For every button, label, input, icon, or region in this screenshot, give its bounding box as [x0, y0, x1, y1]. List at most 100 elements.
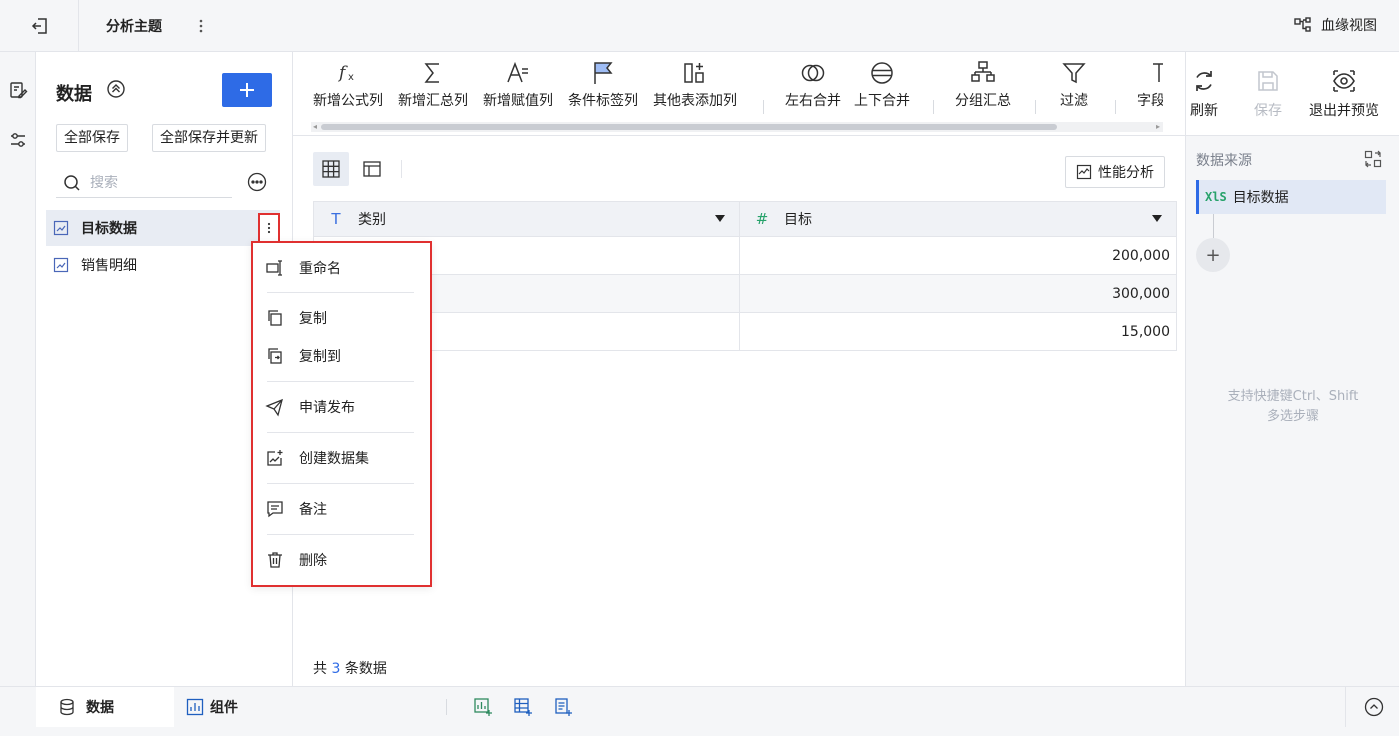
search-box [56, 168, 232, 198]
rename-icon [265, 258, 285, 278]
menu-item-copy-to[interactable]: 复制到 [265, 344, 415, 368]
sum-icon [420, 60, 446, 86]
swap-icon[interactable] [1364, 150, 1382, 168]
scroll-left-icon[interactable]: ◂ [313, 123, 321, 131]
menu-label: 备注 [299, 502, 327, 518]
copy-to-icon [265, 346, 285, 366]
save-icon [1255, 68, 1281, 94]
divider [267, 432, 414, 433]
save-all-button[interactable]: 全部保存 [56, 124, 128, 152]
chart-icon [53, 220, 69, 236]
add-sum-column-button[interactable]: 新增汇总列 [398, 60, 468, 110]
merge-vertical-icon [869, 60, 895, 86]
divider [446, 699, 447, 715]
scrollbar-thumb[interactable] [321, 124, 1057, 130]
left-rail [0, 52, 36, 686]
expand-up-icon[interactable] [1364, 697, 1384, 717]
divider [267, 292, 414, 293]
bar-chart-icon [186, 698, 204, 716]
more-horizontal-icon[interactable] [247, 172, 267, 192]
scroll-right-icon[interactable]: ▸ [1156, 123, 1164, 131]
add-report-component-icon[interactable] [553, 697, 573, 717]
search-icon [62, 173, 82, 193]
exit-icon[interactable] [28, 14, 52, 38]
shortcut-hint: 支持快捷键Ctrl、Shift 多选步骤 [1186, 387, 1399, 427]
dataset-item[interactable]: 销售明细 [46, 247, 280, 283]
add-assign-column-button[interactable]: 新增赋值列 [483, 60, 553, 110]
merge-horizontal-button[interactable]: 左右合并 [785, 60, 841, 110]
toolbar-scrollbar[interactable] [311, 122, 1163, 132]
toolbar-label: 过滤 [1060, 93, 1088, 109]
add-dataset-button[interactable] [222, 73, 272, 107]
menu-label: 重命名 [299, 261, 341, 277]
toolbar-label: 其他表添加列 [653, 93, 737, 109]
menu-item-copy[interactable]: 复制 [265, 306, 415, 330]
top-bar: 分析主题 血缘视图 [0, 0, 1399, 52]
dropdown-caret-icon[interactable] [1152, 215, 1162, 222]
panel-title: 数据 [56, 84, 92, 105]
dataset-item[interactable]: 目标数据 [46, 210, 280, 246]
performance-analysis-button[interactable]: 性能分析 [1065, 156, 1165, 188]
table-cell: 15,000 [1121, 323, 1170, 340]
add-step-button[interactable]: + [1196, 238, 1230, 272]
search-input[interactable] [90, 174, 220, 191]
settings-sliders-icon[interactable] [8, 130, 28, 150]
database-icon [58, 698, 76, 716]
divider [267, 483, 414, 484]
column-header[interactable]: T 类别 [314, 202, 740, 236]
divider [1345, 687, 1346, 727]
data-edit-icon[interactable] [8, 80, 28, 100]
dataset-name: 销售明细 [81, 258, 137, 274]
dataset-more-button[interactable] [258, 213, 280, 243]
refresh-button[interactable]: 刷新 [1190, 68, 1218, 120]
filter-icon [1061, 60, 1087, 86]
steps-panel: 数据来源 XlS 目标数据 + 支持快捷键Ctrl、Shift 多选步骤 [1185, 136, 1399, 686]
toolbar-label: 新增赋值列 [483, 93, 553, 109]
menu-item-delete[interactable]: 删除 [265, 548, 415, 572]
save-all-update-button[interactable]: 全部保存并更新 [152, 124, 266, 152]
merge-vertical-button[interactable]: 上下合并 [854, 60, 910, 110]
divider [763, 100, 764, 114]
dropdown-caret-icon[interactable] [715, 215, 725, 222]
save-label: 保存 [1254, 103, 1282, 119]
toolbar-label: 分组汇总 [955, 93, 1011, 109]
tab-label: 组件 [210, 700, 238, 716]
menu-item-create-dataset[interactable]: 创建数据集 [265, 446, 415, 470]
exit-preview-button[interactable]: 退出并预览 [1309, 68, 1379, 120]
lineage-view-button[interactable]: 血缘视图 [1293, 15, 1377, 35]
toolbar-label: 上下合并 [854, 93, 910, 109]
tab-component[interactable]: 组件 [186, 687, 238, 727]
menu-label: 复制到 [299, 349, 341, 365]
toolbar: fx 新增公式列 新增汇总列 新增赋值列 条件标签列 其他表添加列 左右合并 上… [293, 52, 1185, 136]
table-view-button[interactable] [313, 152, 349, 186]
refresh-icon [1191, 68, 1217, 94]
menu-item-note[interactable]: 备注 [265, 497, 415, 521]
menu-item-publish[interactable]: 申请发布 [265, 395, 415, 419]
steps-title: 数据来源 [1196, 153, 1252, 169]
condition-tag-column-button[interactable]: 条件标签列 [568, 60, 638, 110]
bottom-bar: 数据 组件 [0, 686, 1399, 736]
add-chart-component-icon[interactable] [473, 697, 493, 717]
field-icon [1137, 60, 1163, 86]
divider [1035, 100, 1036, 114]
column-header[interactable]: # 目标 [740, 202, 1176, 236]
source-step[interactable]: XlS 目标数据 [1196, 180, 1386, 214]
menu-item-rename[interactable]: 重命名 [265, 256, 415, 280]
divider [78, 0, 79, 52]
filter-button[interactable]: 过滤 [1060, 60, 1088, 110]
tab-data[interactable]: 数据 [36, 687, 174, 727]
add-table-component-icon[interactable] [513, 697, 533, 717]
publish-icon [265, 397, 285, 417]
layout-view-button[interactable] [354, 152, 390, 186]
table-cell: 300,000 [1112, 285, 1170, 302]
field-settings-button[interactable]: 字段 [1137, 60, 1163, 110]
lineage-label: 血缘视图 [1321, 18, 1377, 34]
eye-icon [1331, 68, 1357, 94]
menu-label: 删除 [299, 553, 327, 569]
add-column-from-table-button[interactable]: 其他表添加列 [653, 60, 737, 110]
add-formula-column-button[interactable]: fx 新增公式列 [313, 60, 383, 110]
more-vertical-icon[interactable] [195, 14, 207, 38]
group-summary-button[interactable]: 分组汇总 [955, 60, 1011, 110]
save-button[interactable]: 保存 [1254, 68, 1282, 120]
collapse-up-icon[interactable] [106, 79, 126, 99]
